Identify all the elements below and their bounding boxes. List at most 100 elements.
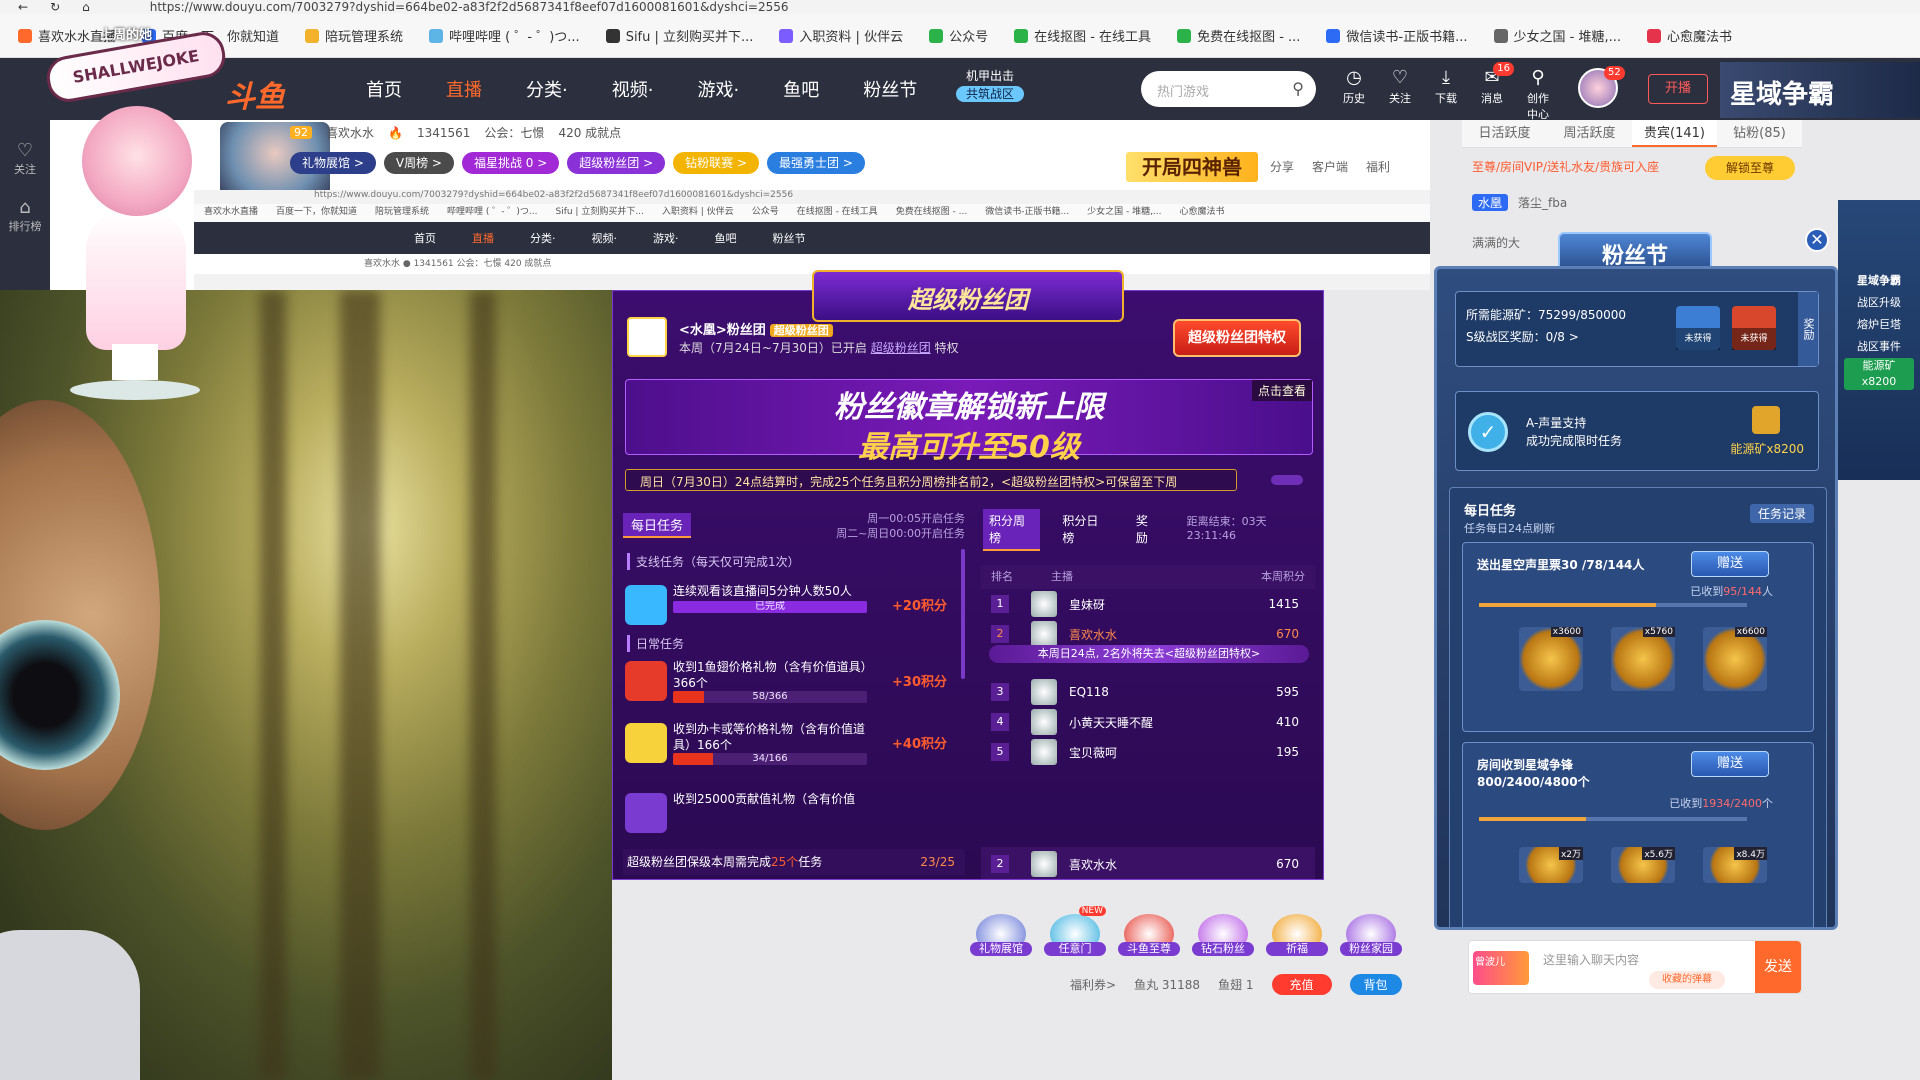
- vip-1[interactable]: 水凰: [1472, 194, 1509, 211]
- bookmark-item[interactable]: 在线抠图 - 在线工具: [1014, 26, 1151, 45]
- header-icon-item[interactable]: ⤓ 下载: [1430, 66, 1462, 122]
- send-button[interactable]: 发送: [1755, 941, 1801, 993]
- event-side-panel[interactable]: 星域争霸 战区升级 熔炉巨塔 战区事件 能源矿 x8200: [1838, 200, 1920, 480]
- gift-button-1[interactable]: 赠送: [1691, 551, 1769, 577]
- rank-name[interactable]: 皇妹砑: [1069, 596, 1239, 613]
- share-button[interactable]: 分享: [1270, 158, 1294, 175]
- audience-tab[interactable]: 日活跃度: [1462, 120, 1547, 147]
- reload-icon[interactable]: ↻: [50, 0, 60, 14]
- bookmark-item[interactable]: 入职资料 | 伙伴云: [779, 26, 903, 45]
- reward-tab[interactable]: 奖励: [1798, 292, 1818, 366]
- energy-reward-icon-1[interactable]: 未获得: [1676, 306, 1720, 350]
- bookmark-item[interactable]: 免费在线抠图 - ...: [1177, 26, 1300, 45]
- anchor-tag[interactable]: 福星挑战 0 >: [461, 152, 560, 174]
- task-scrollbar[interactable]: [961, 549, 965, 679]
- gift-bar-item[interactable]: 斗鱼至尊: [1118, 914, 1180, 970]
- rank-name[interactable]: EQ118: [1069, 685, 1239, 699]
- rank-tab[interactable]: 积分日榜: [1056, 509, 1113, 551]
- tab-daily-tasks[interactable]: 每日任务: [623, 513, 692, 538]
- gift-bar-item[interactable]: 任意门 NEW: [1044, 906, 1106, 970]
- rank-avatar[interactable]: [1031, 591, 1057, 617]
- super-fan-privilege-button[interactable]: 超级粉丝团特权: [1173, 319, 1301, 357]
- back-icon[interactable]: ←: [18, 0, 28, 14]
- bookmark-item[interactable]: 公众号: [929, 26, 988, 45]
- saved-danmu-button[interactable]: 收藏的弹幕: [1649, 971, 1725, 989]
- nav-item[interactable]: 分类·: [526, 76, 568, 102]
- bookmark-item[interactable]: 少女之国 - 堆糖,...: [1493, 26, 1621, 45]
- gift-bar-item[interactable]: 祈福: [1266, 914, 1328, 970]
- search-icon[interactable]: ⚲: [1292, 79, 1304, 98]
- announcement-banner[interactable]: 开局四神兽: [1126, 152, 1258, 182]
- nav-item[interactable]: 鱼吧: [783, 76, 819, 102]
- gift-bar-item[interactable]: 钻石粉丝: [1192, 914, 1254, 970]
- nav-item[interactable]: 粉丝节: [863, 76, 917, 102]
- audience-tab[interactable]: 贵宾(141): [1632, 120, 1717, 147]
- promo-event[interactable]: 机甲出击 共筑战区: [944, 68, 1036, 110]
- start-stream-button[interactable]: 开播: [1648, 74, 1708, 104]
- client-button[interactable]: 客户端: [1312, 158, 1348, 175]
- energy-reward-icon-2[interactable]: 未获得: [1732, 306, 1776, 350]
- reward-gift-icon[interactable]: x8.4万: [1703, 847, 1767, 883]
- reward-gift-icon[interactable]: x6600: [1703, 627, 1767, 691]
- anchor-guild[interactable]: 公会：七憬: [484, 124, 544, 141]
- gift-bar-item[interactable]: 粉丝家园: [1340, 914, 1402, 970]
- bookmark-item[interactable]: 陪玩管理系统: [305, 26, 403, 45]
- unlock-button[interactable]: 解锁至尊: [1705, 156, 1795, 180]
- rank-avatar[interactable]: [1031, 679, 1057, 705]
- bookmark-item[interactable]: Sifu | 立刻购买并下...: [605, 26, 753, 45]
- fan-badge-banner[interactable]: 粉丝徽章解锁新上限 最高可升至50级 点击查看: [625, 379, 1313, 465]
- ticket-link[interactable]: 福利券>: [1070, 976, 1116, 993]
- header-event-art[interactable]: 星域争霸: [1720, 62, 1920, 118]
- rank-avatar[interactable]: [1031, 621, 1057, 647]
- vip-2[interactable]: 落尘_fba: [1518, 194, 1567, 211]
- close-icon[interactable]: ✕: [1805, 228, 1829, 252]
- nav-item[interactable]: 视频·: [612, 76, 654, 102]
- bag-button[interactable]: 背包: [1349, 974, 1402, 995]
- nav-item[interactable]: 直播: [446, 76, 482, 102]
- rank-name[interactable]: 小黄天天睡不醒: [1069, 714, 1239, 731]
- reward-gift-icon[interactable]: x2万: [1519, 847, 1583, 883]
- anchor-tag[interactable]: 最强勇士团 >: [767, 152, 865, 174]
- anchor-name[interactable]: 喜欢水水: [326, 124, 374, 141]
- gift-button-2[interactable]: 赠送: [1691, 751, 1769, 777]
- reward-gift-icon[interactable]: x5760: [1611, 627, 1675, 691]
- anchor-tag[interactable]: 礼物展馆 >: [290, 152, 376, 174]
- super-fan-link[interactable]: 超级粉丝团: [871, 341, 931, 355]
- home-icon[interactable]: ⌂: [82, 0, 90, 14]
- chat-badge[interactable]: 曾波儿: [1473, 951, 1529, 985]
- rank-name[interactable]: 喜欢水水: [1069, 626, 1239, 643]
- task-record-button[interactable]: 任务记录: [1749, 504, 1814, 523]
- nav-item[interactable]: 首页: [366, 76, 402, 102]
- rank-name[interactable]: 宝贝薇呵: [1069, 744, 1239, 761]
- more-dots-icon[interactable]: [1271, 475, 1303, 485]
- anchor-tag[interactable]: 超级粉丝团 >: [567, 152, 666, 174]
- audience-tab[interactable]: 周活跃度: [1547, 120, 1632, 147]
- header-icon-item[interactable]: ✉ 消息 16: [1476, 62, 1514, 122]
- header-icon-item[interactable]: ♡ 关注: [1384, 66, 1416, 122]
- video-player[interactable]: [0, 290, 612, 1080]
- charge-button[interactable]: 充值: [1271, 974, 1332, 995]
- bookmark-item[interactable]: 心愈魔法书: [1647, 26, 1732, 45]
- url-text[interactable]: https://www.douyu.com/7003279?dyshid=664…: [150, 0, 789, 14]
- banner-more[interactable]: 点击查看: [1251, 380, 1312, 401]
- rank-tab[interactable]: 奖励: [1130, 509, 1165, 551]
- vip-3[interactable]: 满满的大: [1472, 234, 1520, 251]
- bookmark-item[interactable]: 微信读书-正版书籍...: [1326, 26, 1468, 45]
- welfare-button[interactable]: 福利: [1366, 158, 1390, 175]
- rank-tab[interactable]: 积分周榜: [983, 509, 1041, 551]
- douyu-logo[interactable]: 斗鱼: [225, 72, 285, 116]
- header-icon-item[interactable]: ◷ 历史: [1338, 66, 1370, 122]
- chat-input[interactable]: 这里输入聊天内容: [1543, 951, 1639, 968]
- anchor-tag[interactable]: 钻粉联赛 >: [673, 152, 760, 174]
- reward-gift-icon[interactable]: x3600: [1519, 627, 1583, 691]
- header-icon-item[interactable]: ⚲ 创作中心: [1522, 66, 1554, 122]
- anchor-tag[interactable]: V周榜 >: [383, 152, 454, 174]
- audience-tab[interactable]: 钻粉(85): [1717, 120, 1802, 147]
- reward-gift-icon[interactable]: x5.6万: [1611, 847, 1675, 883]
- search-input[interactable]: 热门游戏 ⚲: [1141, 71, 1316, 107]
- gift-bar-item[interactable]: 礼物展馆: [970, 914, 1032, 970]
- rank-avatar[interactable]: [1031, 739, 1057, 765]
- bookmark-item[interactable]: 哔哩哔哩 ( ゜- ゜)つ...: [429, 26, 580, 45]
- rank-avatar[interactable]: [1031, 709, 1057, 735]
- anchor-achievement[interactable]: 420 成就点: [558, 124, 621, 141]
